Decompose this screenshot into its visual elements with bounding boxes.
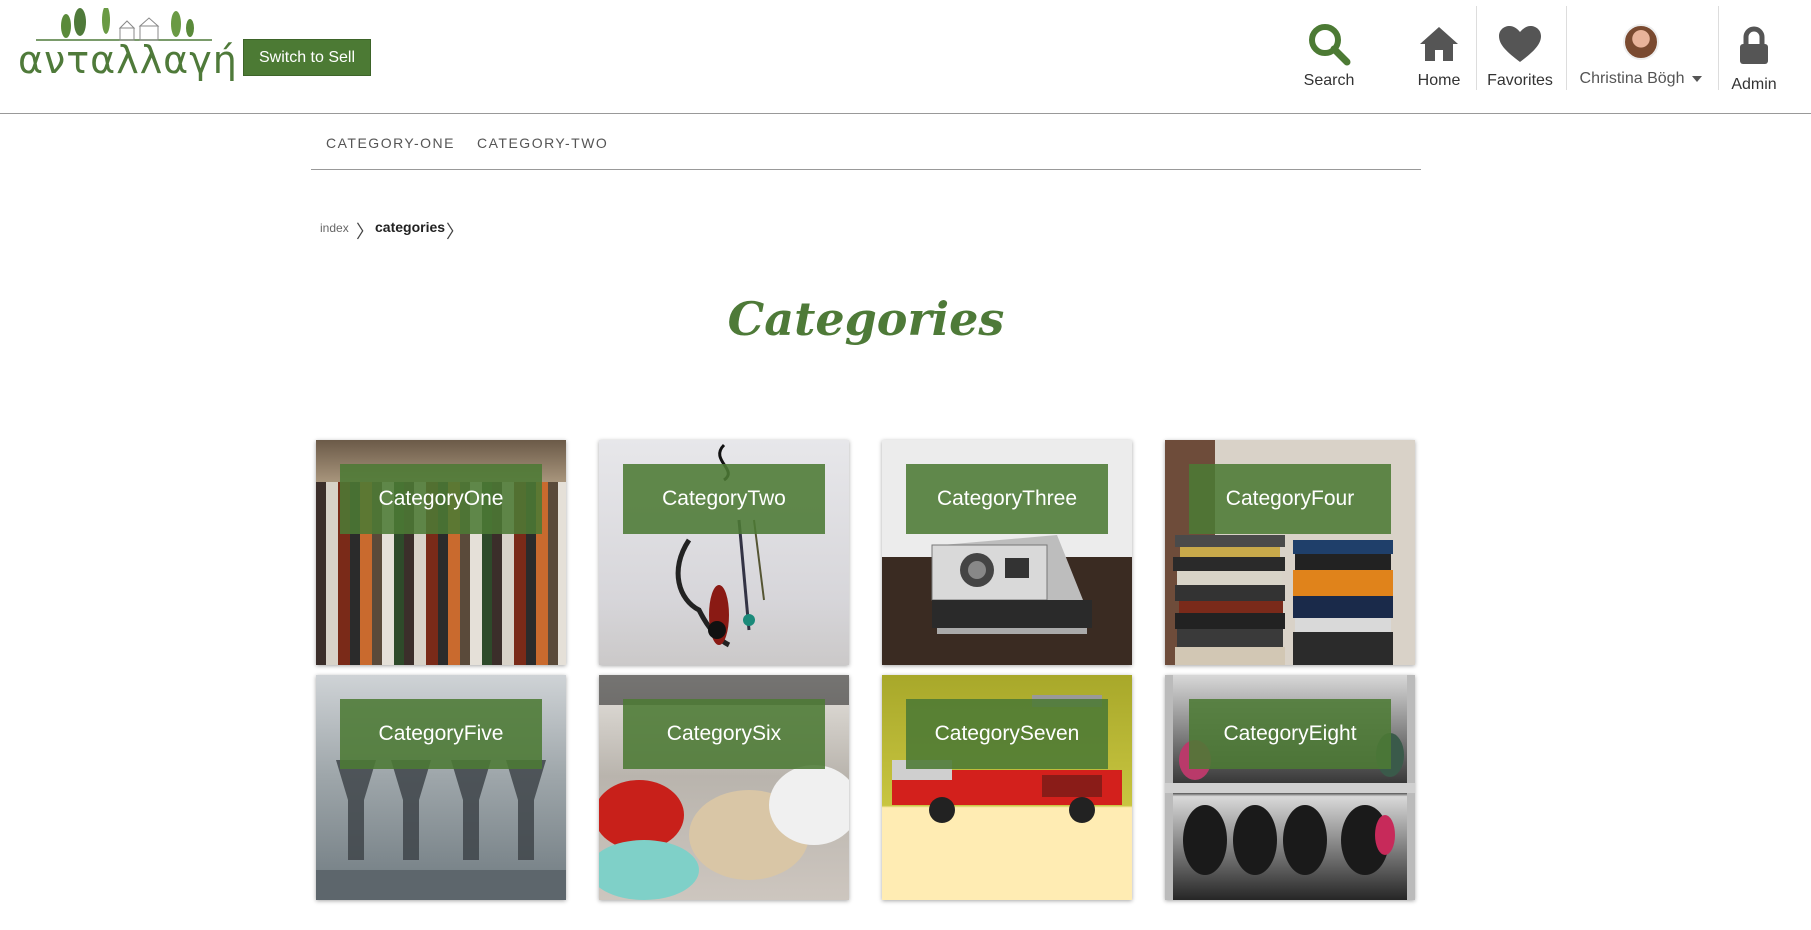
page-title: Categories (727, 292, 1005, 346)
site-logo[interactable]: ανταλλαγή (16, 8, 237, 88)
category-card-label: CategorySix (623, 699, 825, 769)
category-card-label: CategoryThree (906, 464, 1108, 534)
category-card-two[interactable]: CategoryTwo (599, 440, 849, 665)
category-card-one[interactable]: CategoryOne (316, 440, 566, 665)
home-icon (1418, 22, 1460, 66)
user-avatar (1623, 24, 1659, 60)
nav-divider (1566, 6, 1567, 90)
subnav-category-one[interactable]: CATEGORY-ONE (326, 135, 455, 151)
search-icon (1307, 22, 1351, 66)
category-card-seven[interactable]: CategorySeven (882, 675, 1132, 900)
category-subnav: CATEGORY-ONE CATEGORY-TWO (311, 113, 1421, 170)
subnav-category-two[interactable]: CATEGORY-TWO (477, 135, 608, 151)
heart-icon (1497, 22, 1543, 66)
nav-user-menu[interactable]: Christina Bögh (1578, 0, 1704, 113)
category-card-six[interactable]: CategorySix (599, 675, 849, 900)
nav-favorites[interactable]: Favorites (1487, 0, 1553, 113)
breadcrumb-current: categories (375, 219, 446, 235)
chevron-down-icon (1692, 75, 1703, 82)
category-card-eight[interactable]: CategoryEight (1165, 675, 1415, 900)
category-card-label: CategoryFour (1189, 464, 1391, 534)
breadcrumb-separator-icon: 〉 (356, 222, 374, 243)
nav-search-label: Search (1303, 72, 1355, 89)
category-card-label: CategoryOne (340, 464, 542, 534)
breadcrumb-index[interactable]: index (320, 221, 349, 235)
logo-text: ανταλλαγή (18, 38, 238, 82)
nav-admin[interactable]: Admin (1730, 0, 1778, 113)
logo-village-icon (36, 8, 212, 41)
lock-icon (1738, 24, 1770, 68)
nav-search[interactable]: Search (1300, 0, 1358, 113)
category-card-label: CategoryFive (340, 699, 542, 769)
category-card-four[interactable]: CategoryFour (1165, 440, 1415, 665)
nav-divider (1476, 6, 1477, 90)
category-card-label: CategoryTwo (623, 464, 825, 534)
switch-to-sell-button[interactable]: Switch to Sell (243, 39, 371, 76)
user-name: Christina Bögh (1579, 70, 1685, 87)
breadcrumb-separator-icon: 〉 (446, 222, 464, 243)
category-card-three[interactable]: CategoryThree (882, 440, 1132, 665)
nav-favorites-label: Favorites (1487, 72, 1553, 89)
nav-home-label: Home (1417, 72, 1461, 89)
category-card-label: CategoryEight (1189, 699, 1391, 769)
nav-admin-label: Admin (1731, 76, 1777, 93)
nav-divider (1718, 6, 1719, 90)
top-header: ανταλλαγή Switch to Sell Search Home Fav… (0, 0, 1811, 114)
category-card-label: CategorySeven (906, 699, 1108, 769)
nav-home[interactable]: Home (1412, 0, 1466, 113)
category-card-five[interactable]: CategoryFive (316, 675, 566, 900)
